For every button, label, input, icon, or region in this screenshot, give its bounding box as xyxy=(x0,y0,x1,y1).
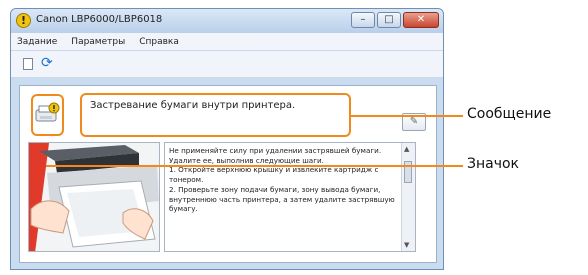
maximize-button[interactable]: □ xyxy=(377,12,401,28)
toolbar: ⟳ xyxy=(11,51,443,78)
instructions-box[interactable]: Не применяйте силу при удалении застрявш… xyxy=(164,142,416,252)
minimize-button[interactable]: – xyxy=(351,12,375,28)
menu-item-settings[interactable]: Параметры xyxy=(71,37,125,47)
window-controls: – □ ✕ xyxy=(351,12,439,28)
close-button[interactable]: ✕ xyxy=(403,12,439,28)
icon-callout-label: Значок xyxy=(467,156,520,172)
page-icon[interactable] xyxy=(23,58,33,70)
scrollbar[interactable]: ▲ ▼ xyxy=(401,143,415,251)
warning-icon: ! xyxy=(16,13,31,28)
message-callout-line xyxy=(351,115,463,117)
instruction-illustration xyxy=(28,142,160,252)
message-callout-label: Сообщение xyxy=(467,106,552,122)
message-highlight-frame xyxy=(80,93,351,137)
printer-illustration xyxy=(29,143,159,251)
window-title: Canon LBP6000/LBP6018 xyxy=(36,14,163,25)
icon-highlight-frame xyxy=(31,94,64,136)
menu-bar: Задание Параметры Справка xyxy=(11,33,443,51)
printer-status-window: ! Canon LBP6000/LBP6018 – □ ✕ Задание Па… xyxy=(10,8,444,270)
title-bar: ! Canon LBP6000/LBP6018 – □ ✕ xyxy=(11,9,443,34)
icon-callout-line xyxy=(46,165,463,167)
menu-item-help[interactable]: Справка xyxy=(139,37,179,47)
refresh-icon[interactable]: ⟳ xyxy=(41,56,53,70)
scroll-up-icon[interactable]: ▲ xyxy=(404,145,409,153)
menu-item-task[interactable]: Задание xyxy=(17,37,57,47)
scroll-down-icon[interactable]: ▼ xyxy=(404,241,409,249)
instructions-text: Не применяйте силу при удалении застрявш… xyxy=(169,146,395,214)
